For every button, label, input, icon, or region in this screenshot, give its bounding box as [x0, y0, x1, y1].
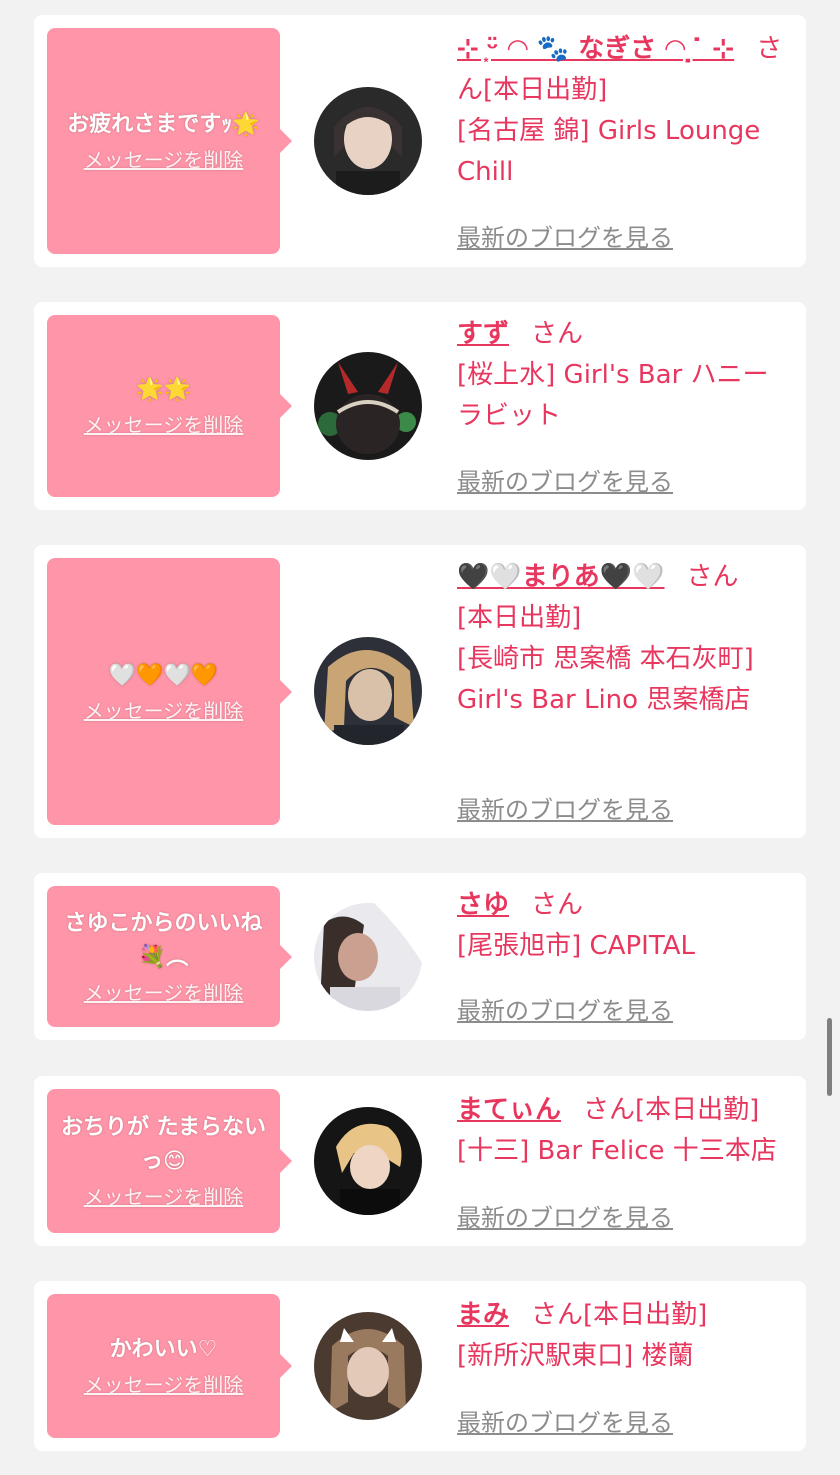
- list-item: 🌟🌟 メッセージを削除 すず さん [桜上水] Girl's Bar ハニーラビッ…: [34, 302, 806, 510]
- list-item: かわいい♡ メッセージを削除 まみ さん[本日出勤] [新所沢駅東口] 楼蘭 最新…: [34, 1281, 806, 1451]
- message-bubble: おちりが たまらないっ😊 メッセージを削除: [47, 1089, 292, 1233]
- status-label: [本日出勤]: [457, 603, 582, 633]
- message-bubble: 🤍🧡🤍🧡 メッセージを削除: [47, 558, 292, 825]
- blog-link[interactable]: 最新のブログを見る: [457, 218, 673, 253]
- delete-message-link[interactable]: メッセージを削除: [84, 146, 244, 174]
- delete-message-link[interactable]: メッセージを削除: [84, 411, 244, 439]
- honorific-label: さん: [531, 1300, 584, 1330]
- cast-info: すず さん [桜上水] Girl's Bar ハニーラビット: [457, 314, 787, 437]
- blog-link[interactable]: 最新のブログを見る: [457, 462, 673, 497]
- cast-info: さゆ さん [尾張旭市] CAPITAL: [457, 885, 787, 967]
- cast-name-link[interactable]: さゆ: [457, 890, 509, 920]
- avatar[interactable]: [314, 352, 422, 460]
- honorific-label: さん: [583, 1095, 636, 1125]
- shop-label: [桜上水] Girl's Bar ハニーラビット: [457, 360, 769, 431]
- list-item: さゆこからのいいね💐︵ メッセージを削除 さゆ さん [尾張旭市] CAPITAL…: [34, 873, 806, 1040]
- status-label: [本日出勤]: [483, 75, 608, 105]
- message-text: 🤍🧡🤍🧡: [108, 662, 219, 688]
- cast-name-link[interactable]: すず: [457, 319, 509, 349]
- avatar-image: [314, 1312, 422, 1420]
- cast-name-link[interactable]: まみ: [457, 1300, 509, 1330]
- avatar-image: [314, 1107, 422, 1215]
- blog-link[interactable]: 最新のブログを見る: [457, 991, 673, 1026]
- message-bubble: 🌟🌟 メッセージを削除: [47, 315, 292, 497]
- status-label: [本日出勤]: [635, 1095, 760, 1125]
- delete-message-link[interactable]: メッセージを削除: [84, 697, 244, 725]
- avatar-image: [314, 87, 422, 195]
- message-text: 🌟🌟: [136, 377, 191, 402]
- status-label: [本日出勤]: [583, 1300, 708, 1330]
- blog-link[interactable]: 最新のブログを見る: [457, 1198, 673, 1233]
- cast-name-link[interactable]: 🖤🤍まりあ🖤🤍: [457, 562, 665, 592]
- shop-label: [新所沢駅東口] 楼蘭: [457, 1341, 694, 1371]
- honorific-label: さん: [686, 562, 739, 592]
- scrollbar[interactable]: [827, 1018, 832, 1096]
- message-text: かわいい♡: [109, 1337, 218, 1362]
- message-text: さゆこからのいいね💐︵: [64, 910, 263, 970]
- delete-message-link[interactable]: メッセージを削除: [84, 1371, 244, 1399]
- list-item: お疲れさまですｯ🌟 メッセージを削除 ⊹ ͙ᵕ̈ ◠ 🐾 なぎさ ◠ ̣ ̇ ⊹…: [34, 15, 806, 267]
- list-item: 🤍🧡🤍🧡 メッセージを削除 🖤🤍まりあ🖤🤍 さん [本日出勤] [長崎市 思案橋 …: [34, 545, 806, 838]
- avatar-image: [314, 637, 422, 745]
- honorific-label: さん: [531, 890, 584, 920]
- message-bubble: かわいい♡ メッセージを削除: [47, 1294, 292, 1438]
- cast-name-link[interactable]: まてぃん: [457, 1095, 561, 1125]
- shop-label: [尾張旭市] CAPITAL: [457, 931, 695, 961]
- avatar[interactable]: [314, 87, 422, 195]
- avatar[interactable]: [314, 1107, 422, 1215]
- shop-label: [長崎市 思案橋 本石灰町] Girl's Bar Lino 思案橋店: [457, 644, 754, 715]
- avatar-image: [314, 352, 422, 460]
- cast-info: まてぃん さん[本日出勤] [十三] Bar Felice 十三本店: [457, 1090, 787, 1172]
- honorific-label: さん: [531, 319, 584, 349]
- cast-info: ⊹ ͙ᵕ̈ ◠ 🐾 なぎさ ◠ ̣ ̇ ⊹ さん[本日出勤] [名古屋 錦] Gi…: [457, 29, 787, 193]
- avatar[interactable]: [314, 903, 422, 1011]
- delete-message-link[interactable]: メッセージを削除: [84, 979, 244, 1007]
- blog-link[interactable]: 最新のブログを見る: [457, 790, 673, 825]
- delete-message-link[interactable]: メッセージを削除: [84, 1183, 244, 1211]
- list-item: おちりが たまらないっ😊 メッセージを削除 まてぃん さん[本日出勤] [十三] …: [34, 1076, 806, 1246]
- message-bubble: お疲れさまですｯ🌟 メッセージを削除: [47, 28, 292, 254]
- avatar[interactable]: [314, 637, 422, 745]
- message-bubble: さゆこからのいいね💐︵ メッセージを削除: [47, 886, 292, 1027]
- avatar-image: [314, 903, 422, 1011]
- cast-info: まみ さん[本日出勤] [新所沢駅東口] 楼蘭: [457, 1295, 787, 1377]
- avatar[interactable]: [314, 1312, 422, 1420]
- blog-link[interactable]: 最新のブログを見る: [457, 1403, 673, 1438]
- cast-name-link[interactable]: ⊹ ͙ᵕ̈ ◠ 🐾 なぎさ ◠ ̣ ̇ ⊹: [457, 34, 734, 64]
- shop-label: [十三] Bar Felice 十三本店: [457, 1136, 777, 1166]
- cast-info: 🖤🤍まりあ🖤🤍 さん [本日出勤] [長崎市 思案橋 本石灰町] Girl's B…: [457, 557, 787, 721]
- message-text: お疲れさまですｯ🌟: [67, 112, 260, 137]
- message-text: おちりが たまらないっ😊: [61, 1115, 266, 1174]
- shop-label: [名古屋 錦] Girls Lounge Chill: [457, 116, 761, 187]
